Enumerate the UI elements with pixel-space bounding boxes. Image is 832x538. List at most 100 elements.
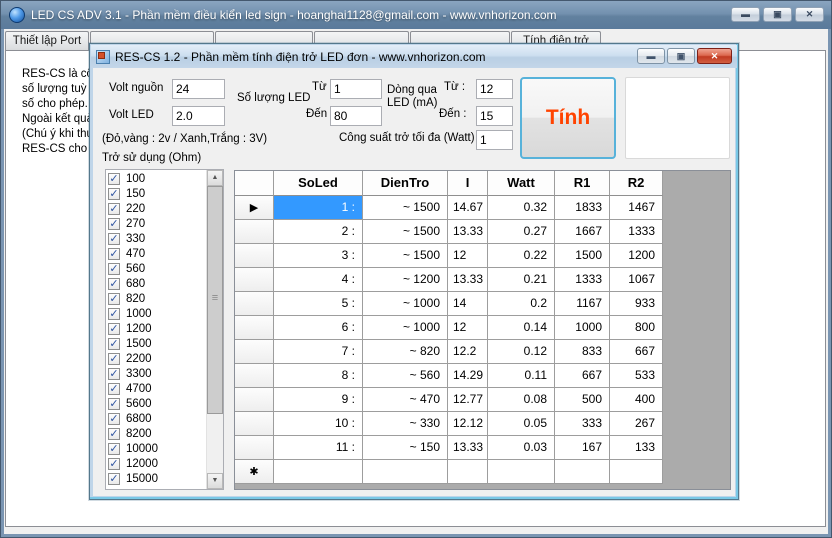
resistor-option[interactable]: ✓4700 <box>106 381 206 396</box>
row-header[interactable] <box>235 244 274 268</box>
grid-cell[interactable]: 1833 <box>555 196 610 220</box>
grid-cell[interactable]: ~ 1500 <box>363 244 448 268</box>
grid-cell[interactable]: 6 : <box>274 316 363 340</box>
grid-cell[interactable]: 12.77 <box>448 388 488 412</box>
grid-col-watt[interactable]: Watt <box>488 171 555 196</box>
main-minimize-button[interactable]: ▬ <box>731 7 760 22</box>
grid-cell[interactable]: ~ 1500 <box>363 220 448 244</box>
resistor-option[interactable]: ✓12000 <box>106 456 206 471</box>
grid-cell[interactable]: ~ 150 <box>363 436 448 460</box>
resistor-option[interactable]: ✓820 <box>106 291 206 306</box>
grid-cell[interactable]: 400 <box>610 388 663 412</box>
grid-cell[interactable]: 1667 <box>555 220 610 244</box>
grid-cell[interactable]: 12.2 <box>448 340 488 364</box>
grid-cell[interactable]: 1500 <box>555 244 610 268</box>
resistor-option[interactable]: ✓330 <box>106 231 206 246</box>
grid-cell[interactable]: ~ 560 <box>363 364 448 388</box>
grid-cell[interactable]: 2 : <box>274 220 363 244</box>
grid-cell[interactable]: 1 : <box>274 196 363 220</box>
checkbox-checked-icon[interactable]: ✓ <box>108 368 120 380</box>
grid-cell[interactable]: 0.32 <box>488 196 555 220</box>
grid-cell[interactable]: 333 <box>555 412 610 436</box>
checkbox-checked-icon[interactable]: ✓ <box>108 338 120 350</box>
row-header[interactable] <box>235 316 274 340</box>
grid-cell[interactable]: 167 <box>555 436 610 460</box>
grid-cell[interactable]: 1000 <box>555 316 610 340</box>
checkbox-checked-icon[interactable]: ✓ <box>108 443 120 455</box>
resistor-option[interactable]: ✓100 <box>106 171 206 186</box>
grid-cell[interactable]: 267 <box>610 412 663 436</box>
grid-cell[interactable] <box>448 460 488 484</box>
grid-col-r2[interactable]: R2 <box>610 171 663 196</box>
row-header[interactable] <box>235 436 274 460</box>
checkbox-checked-icon[interactable]: ✓ <box>108 293 120 305</box>
resistor-option[interactable]: ✓1200 <box>106 321 206 336</box>
grid-cell[interactable]: 9 : <box>274 388 363 412</box>
checkbox-checked-icon[interactable]: ✓ <box>108 458 120 470</box>
dong-den-input[interactable] <box>476 106 513 126</box>
grid-cell[interactable]: 833 <box>555 340 610 364</box>
resistor-option[interactable]: ✓8200 <box>106 426 206 441</box>
grid-cell[interactable]: 133 <box>610 436 663 460</box>
resistor-option[interactable]: ✓560 <box>106 261 206 276</box>
grid-cell[interactable]: 1333 <box>555 268 610 292</box>
dialog-maximize-button[interactable]: ▣ <box>667 48 695 64</box>
grid-cell[interactable] <box>555 460 610 484</box>
scroll-down-icon[interactable]: ▼ <box>207 473 223 489</box>
row-header[interactable] <box>235 220 274 244</box>
grid-cell[interactable]: 0.2 <box>488 292 555 316</box>
grid-cell[interactable]: 11 : <box>274 436 363 460</box>
grid-cell[interactable]: 0.03 <box>488 436 555 460</box>
resistor-option[interactable]: ✓1000 <box>106 306 206 321</box>
resistor-option[interactable]: ✓6800 <box>106 411 206 426</box>
row-header[interactable] <box>235 268 274 292</box>
grid-cell[interactable] <box>274 460 363 484</box>
grid-cell[interactable]: 14.29 <box>448 364 488 388</box>
grid-col-i[interactable]: I <box>448 171 488 196</box>
grid-cell[interactable]: ~ 470 <box>363 388 448 412</box>
grid-cell[interactable]: 0.14 <box>488 316 555 340</box>
resistor-option[interactable]: ✓5600 <box>106 396 206 411</box>
so-luong-tu-input[interactable] <box>330 79 382 99</box>
dialog-titlebar[interactable]: RES-CS 1.2 - Phần mềm tính điện trở LED … <box>91 45 737 68</box>
row-header[interactable] <box>235 292 274 316</box>
grid-cell[interactable]: 13.33 <box>448 436 488 460</box>
grid-cell[interactable]: 12 <box>448 316 488 340</box>
resistor-option[interactable]: ✓680 <box>106 276 206 291</box>
checkbox-checked-icon[interactable]: ✓ <box>108 263 120 275</box>
cong-suat-input[interactable] <box>476 130 513 150</box>
checkbox-checked-icon[interactable]: ✓ <box>108 323 120 335</box>
grid-cell[interactable]: 13.33 <box>448 220 488 244</box>
main-maximize-button[interactable]: ▣ <box>763 7 792 22</box>
dong-tu-input[interactable] <box>476 79 513 99</box>
resistor-option[interactable]: ✓470 <box>106 246 206 261</box>
resistor-list-scrollbar[interactable]: ▲ ▼ <box>206 170 223 489</box>
grid-cell[interactable]: 500 <box>555 388 610 412</box>
resistor-option[interactable]: ✓10000 <box>106 441 206 456</box>
main-close-button[interactable]: ✕ <box>795 7 824 22</box>
grid-cell[interactable]: 3 : <box>274 244 363 268</box>
grid-cell[interactable]: 12.12 <box>448 412 488 436</box>
row-header[interactable] <box>235 388 274 412</box>
grid-cell[interactable]: 14 <box>448 292 488 316</box>
grid-cell[interactable]: 1167 <box>555 292 610 316</box>
grid-corner-cell[interactable] <box>235 171 274 196</box>
scroll-up-icon[interactable]: ▲ <box>207 170 223 186</box>
grid-cell[interactable]: 0.11 <box>488 364 555 388</box>
checkbox-checked-icon[interactable]: ✓ <box>108 248 120 260</box>
checkbox-checked-icon[interactable]: ✓ <box>108 188 120 200</box>
checkbox-checked-icon[interactable]: ✓ <box>108 428 120 440</box>
resistor-option[interactable]: ✓150 <box>106 186 206 201</box>
current-row-icon[interactable]: ▶ <box>235 196 274 220</box>
resistor-option[interactable]: ✓1500 <box>106 336 206 351</box>
checkbox-checked-icon[interactable]: ✓ <box>108 218 120 230</box>
resistor-option[interactable]: ✓2200 <box>106 351 206 366</box>
checkbox-checked-icon[interactable]: ✓ <box>108 278 120 290</box>
grid-cell[interactable]: ~ 1000 <box>363 316 448 340</box>
tab-thiet-lap-port[interactable]: Thiết lập Port <box>5 31 89 51</box>
grid-cell[interactable]: 1200 <box>610 244 663 268</box>
row-header[interactable] <box>235 364 274 388</box>
checkbox-checked-icon[interactable]: ✓ <box>108 383 120 395</box>
grid-cell[interactable]: 7 : <box>274 340 363 364</box>
grid-cell[interactable] <box>488 460 555 484</box>
